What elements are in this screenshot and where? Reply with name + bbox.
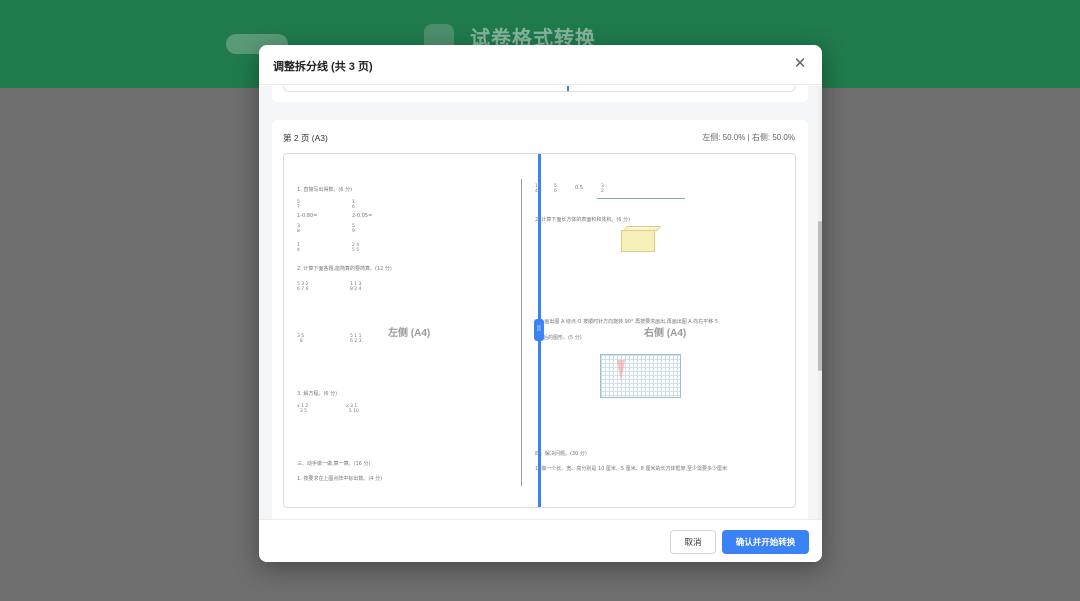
fraction-expr: 1 1 38 2 4 [350,282,362,292]
fraction-expr: 56 [554,184,557,194]
dialog-title: 调整拆分线 (共 3 页) [273,61,373,73]
original-fold-line [521,179,522,486]
split-line-dialog: 调整拆分线 (共 3 页) ✕ 第 2 页 (A3) 左侧: 50.0% | 右… [259,45,822,562]
fraction-expr: 57 [297,200,300,210]
question-text: 四、解决问题。(30 分) [535,451,587,457]
question-text: 1. 按要求在上图点阵中标出数。(4 分) [297,476,383,482]
split-line-previous[interactable] [567,86,569,91]
page-card: 第 2 页 (A3) 左侧: 50.0% | 右侧: 50.0% 1. 直接写出… [272,120,808,519]
numberline-label: 0.5 [575,185,583,191]
confirm-convert-button[interactable]: 确认并开始转换 [722,530,809,554]
question-text: 3. 画出图 A 绕点 O 按顺时针方向旋转 90° 再按要求画出,再画出图 A… [538,319,719,325]
equation-expr: x 1 2 3 5 [297,404,309,414]
close-icon[interactable]: ✕ [791,55,809,73]
dialog-body: 第 2 页 (A3) 左侧: 50.0% | 右侧: 50.0% 1. 直接写出… [259,86,822,519]
dialog-footer: 取消 确认并开始转换 [259,519,822,562]
fraction-expr: 5 1 16 2 3 [350,334,362,344]
question-text: 3. 解方程。(6 分) [297,391,338,397]
fraction-expr: 2 45 5 [352,243,360,253]
right-side-label: 右侧 (A4) [644,328,687,339]
page-label: 第 2 页 (A3) [283,133,328,143]
question-text: 2. 计算下面各题,能简算的要简算。(12 分) [297,266,392,272]
triangle-figure [617,360,625,382]
question-text: 格后的图形。(5 分) [538,335,582,341]
dialog-scrollbar[interactable] [818,86,822,519]
fraction-expr: 59 [352,224,355,234]
grid-figure [600,354,681,398]
fraction-expr: 3 5 8 [297,334,305,344]
question-text: 2-0.05= [352,213,373,219]
scrollbar-thumb[interactable] [818,221,822,371]
fraction-expr: 16 [352,200,355,210]
fraction-expr: 38 [297,224,300,234]
cuboid-figure [621,230,655,252]
drag-handle-icon[interactable]: ⠿ [534,319,544,341]
fraction-expr: 5 3 26 7 6 [297,282,309,292]
dialog-header: 调整拆分线 (共 3 页) ✕ [259,45,822,85]
page-card-previous [272,86,808,102]
question-text: 三、动手做一做,算一算。(16 分) [297,461,371,467]
question-text: 1. 直接写出得数。(6 分) [297,187,353,193]
cancel-button[interactable]: 取消 [670,530,716,554]
left-side-label: 左侧 (A4) [388,328,431,339]
page-preview-previous [283,86,796,92]
fraction-expr: 32 [601,184,604,194]
equation-expr: x 3 1 5 10 [346,404,359,414]
fraction-expr: 14 [297,243,300,253]
number-line-figure [597,198,685,199]
page-preview[interactable]: 1. 直接写出得数。(6 分) 57 16 1-0.80= 2-0.05= 38… [283,153,796,508]
question-text: 2. 计算下面长方体的表面积和体积。(6 分) [535,217,631,223]
question-text: 1. 做一个长、宽、高分别是 10 厘米、5 厘米、8 厘米的长方体框架,至少需… [535,466,728,472]
split-ratio-text: 左侧: 50.0% | 右侧: 50.0% [702,133,795,142]
question-text: 1-0.80= [297,213,318,219]
